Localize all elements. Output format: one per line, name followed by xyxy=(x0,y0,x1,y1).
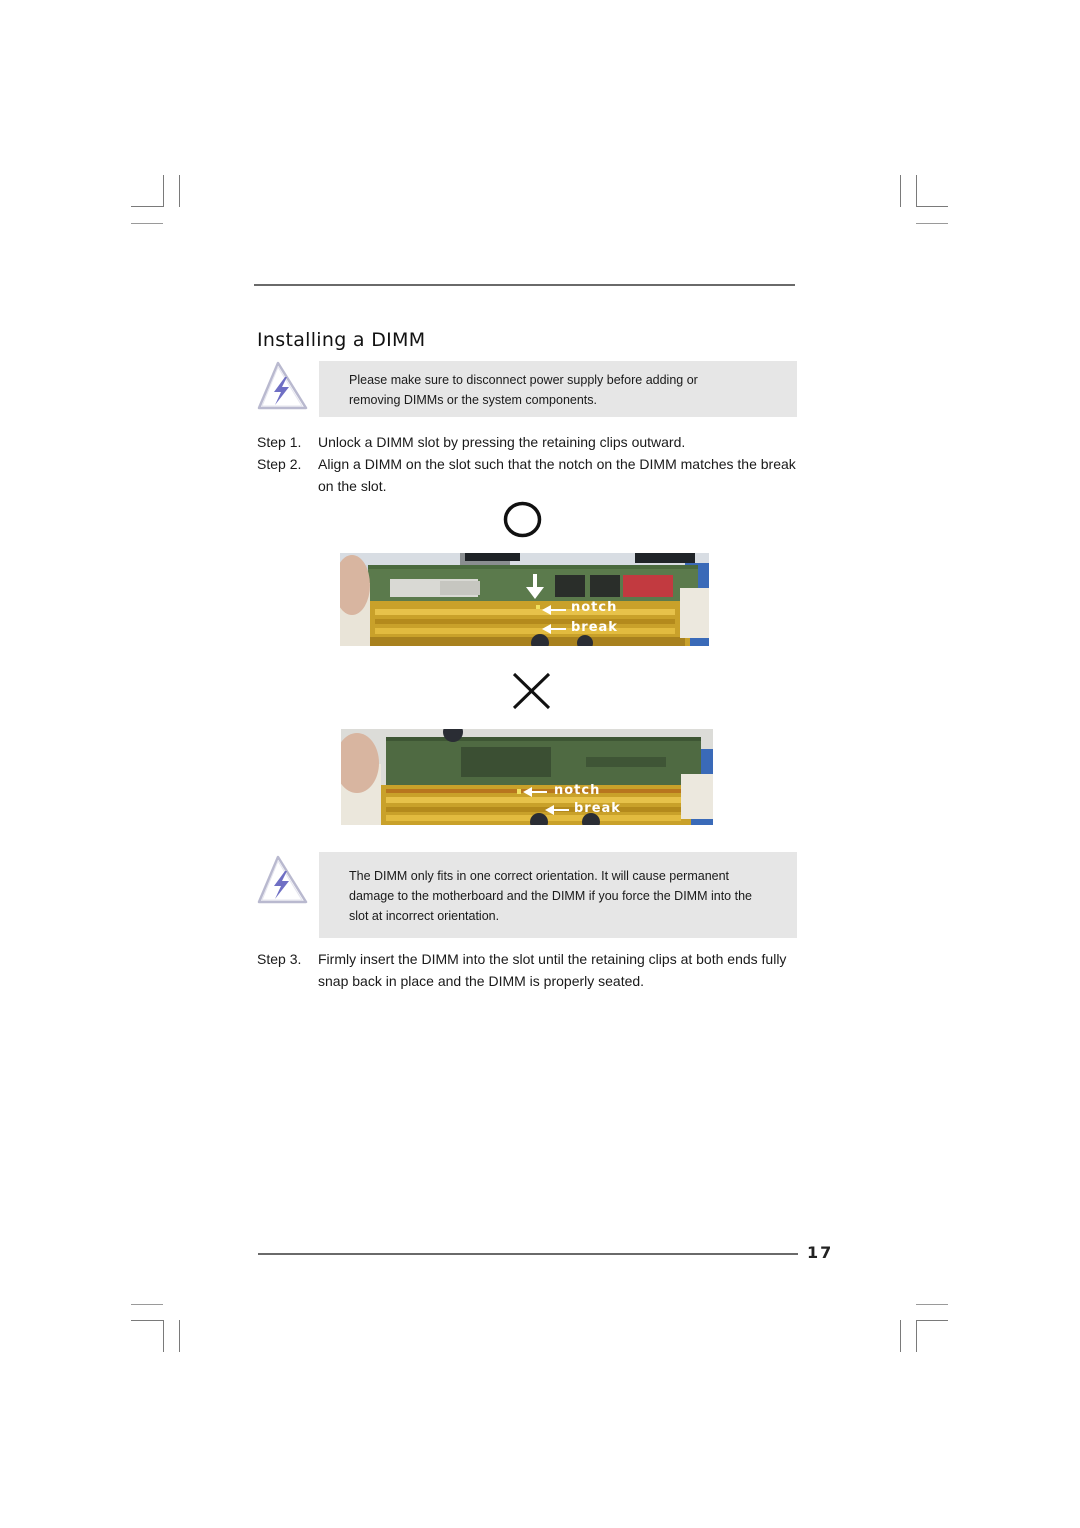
crop-mark-top-right-h xyxy=(916,206,948,207)
crop-mark-top-left-v2 xyxy=(179,175,180,207)
crop-mark-bottom-left-h2 xyxy=(131,1304,163,1305)
notch-label: notch xyxy=(571,600,618,615)
note-line: removing DIMMs or the system components. xyxy=(349,393,597,407)
crop-mark-top-right-v2 xyxy=(900,175,901,207)
header-rule xyxy=(254,284,795,286)
note-line: The DIMM only fits in one correct orient… xyxy=(349,869,730,883)
dimm-photo-incorrect: notch break xyxy=(341,729,713,825)
crop-mark-bottom-left-h xyxy=(131,1320,163,1321)
step-text: Align a DIMM on the slot such that the n… xyxy=(318,456,796,494)
step-text: Unlock a DIMM slot by pressing the retai… xyxy=(318,434,686,450)
crop-mark-top-left-v xyxy=(163,175,164,207)
note-line: damage to the motherboard and the DIMM i… xyxy=(349,889,752,903)
warning-lightning-icon xyxy=(256,854,310,906)
step-label: Step 3. xyxy=(257,951,302,967)
crop-mark-bottom-left-v2 xyxy=(179,1320,180,1352)
note-line: Please make sure to disconnect power sup… xyxy=(349,373,698,387)
break-label: break xyxy=(574,801,621,816)
crop-mark-top-right-h2 xyxy=(916,223,948,224)
section-title: Installing a DIMM xyxy=(257,329,426,351)
crop-mark-top-right-v xyxy=(916,175,917,207)
correct-circle-icon xyxy=(503,501,543,544)
note-line: slot at incorrect orientation. xyxy=(349,909,500,923)
step-text: Firmly insert the DIMM into the slot unt… xyxy=(318,951,787,989)
crop-mark-bottom-left-v xyxy=(163,1320,164,1352)
warning-lightning-icon xyxy=(256,360,310,412)
break-label: break xyxy=(571,620,618,635)
page-number: 17 xyxy=(807,1243,834,1262)
down-arrow-shaft xyxy=(533,574,537,589)
crop-mark-bottom-right-h2 xyxy=(916,1304,948,1305)
step-label: Step 2. xyxy=(257,456,302,472)
incorrect-cross-icon xyxy=(512,672,552,715)
crop-mark-bottom-right-v xyxy=(916,1320,917,1352)
crop-mark-top-left-h2 xyxy=(131,223,163,224)
crop-mark-bottom-right-h xyxy=(916,1320,948,1321)
crop-mark-bottom-right-v2 xyxy=(900,1320,901,1352)
footer-rule xyxy=(258,1253,798,1255)
warning-note: The DIMM only fits in one correct orient… xyxy=(319,852,797,938)
dimm-photo-correct: notch break xyxy=(340,553,709,646)
notch-label: notch xyxy=(554,783,601,798)
step-label: Step 1. xyxy=(257,434,302,450)
warning-note: Please make sure to disconnect power sup… xyxy=(319,361,797,417)
crop-mark-top-left-h xyxy=(131,206,163,207)
